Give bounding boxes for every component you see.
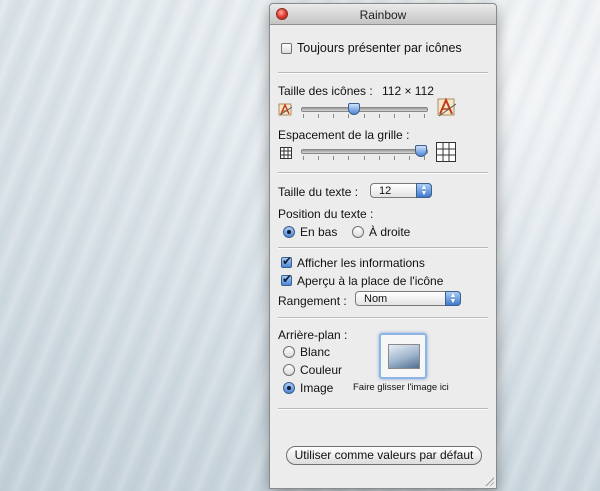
text-size-value: 12: [379, 185, 392, 197]
grid-spacing-track[interactable]: [301, 149, 428, 154]
image-drop-well[interactable]: [379, 333, 427, 379]
grid-small-icon: [280, 147, 292, 159]
text-size-popup[interactable]: 12 ▲ ▼: [370, 183, 432, 198]
divider: [278, 408, 488, 410]
icon-size-track[interactable]: [301, 107, 428, 112]
updown-arrows-icon: ▲ ▼: [445, 291, 461, 306]
view-options-panel: Rainbow Toujours présenter par icônes Ta…: [269, 3, 497, 489]
divider: [278, 247, 488, 249]
background-white-label: Blanc: [300, 345, 331, 359]
drop-hint: Faire glisser l'image ici: [353, 382, 449, 393]
icon-size-label: Taille des icônes :: [278, 84, 373, 98]
grid-spacing-label: Espacement de la grille :: [278, 128, 410, 142]
background-color-label: Couleur: [300, 363, 343, 377]
background-label: Arrière-plan :: [278, 328, 348, 342]
always-icons-checkbox[interactable]: [281, 43, 292, 54]
arrange-label: Rangement :: [278, 294, 347, 308]
divider: [278, 72, 488, 74]
use-as-defaults-button[interactable]: Utiliser comme valeurs par défaut: [286, 446, 482, 465]
text-size-label: Taille du texte :: [278, 185, 359, 199]
preview-icon-label: Aperçu à la place de l'icône: [297, 274, 444, 288]
icon-size-value: 112 × 112: [382, 84, 434, 98]
app-icon-large: [437, 97, 457, 117]
preview-icon-checkbox[interactable]: [281, 272, 292, 286]
arrange-value: Nom: [364, 293, 388, 305]
show-info-label: Afficher les informations: [297, 256, 425, 270]
grid-spacing-slider-knob[interactable]: [415, 145, 427, 157]
divider: [278, 172, 488, 174]
text-position-label: Position du texte :: [278, 207, 374, 221]
app-icon-small: [278, 103, 293, 116]
background-image-label: Image: [300, 381, 334, 395]
icon-size-ticks: [303, 114, 425, 119]
position-bottom-radio[interactable]: [283, 226, 295, 238]
title-bar[interactable]: Rainbow: [270, 4, 496, 25]
background-image-radio[interactable]: [283, 382, 295, 394]
grid-spacing-ticks: [303, 156, 425, 161]
position-right-label: À droite: [369, 225, 411, 239]
background-color-radio[interactable]: [283, 364, 295, 376]
window-title: Rainbow: [359, 8, 407, 22]
grid-large-icon: [436, 142, 456, 162]
divider: [278, 317, 488, 319]
show-info-checkbox[interactable]: [281, 254, 292, 268]
background-white-radio[interactable]: [283, 346, 295, 358]
position-right-radio[interactable]: [352, 226, 364, 238]
image-preview: [388, 344, 420, 369]
updown-arrows-icon: ▲ ▼: [416, 183, 432, 198]
position-bottom-label: En bas: [300, 225, 338, 239]
arrange-popup[interactable]: Nom ▲ ▼: [355, 291, 461, 306]
always-icons-label: Toujours présenter par icônes: [297, 41, 462, 55]
resize-grip[interactable]: [484, 476, 494, 486]
